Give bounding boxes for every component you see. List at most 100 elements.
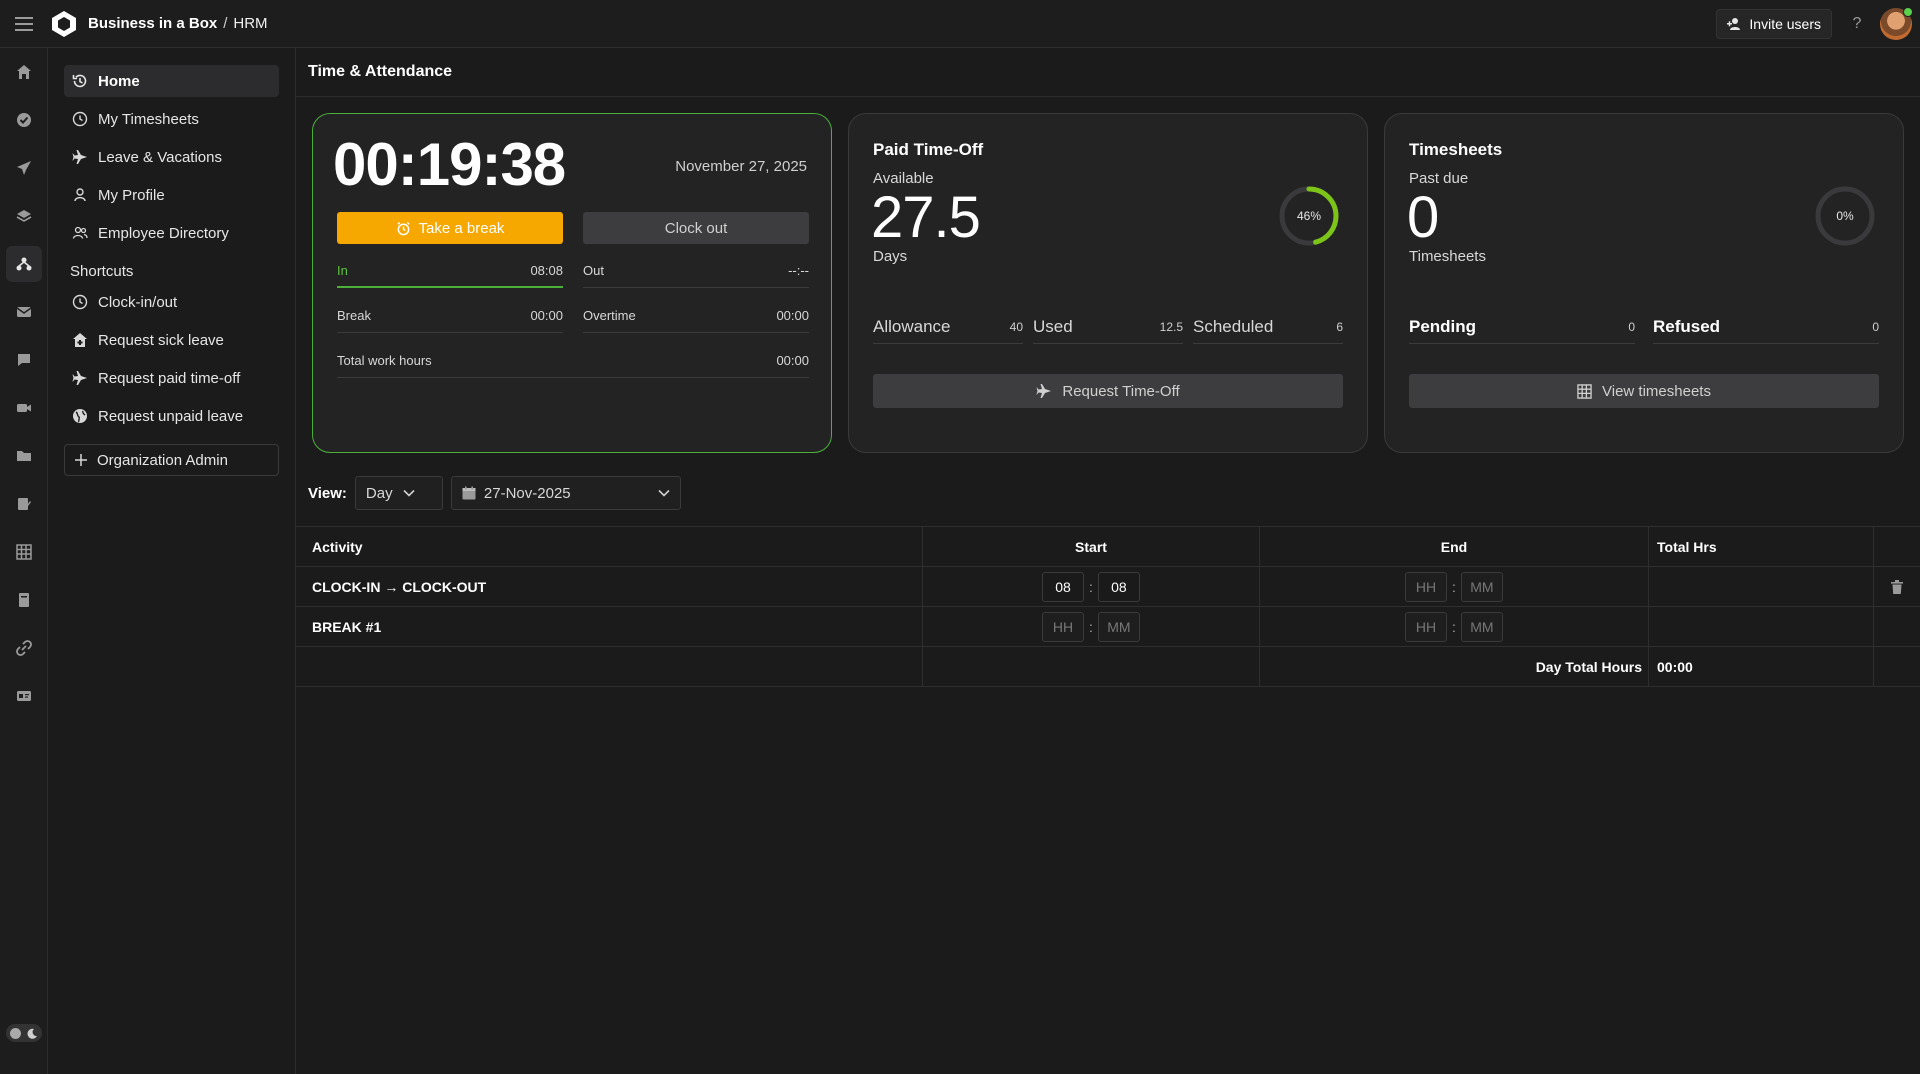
rail-contacts[interactable] — [0, 672, 48, 720]
id-card-icon — [17, 691, 31, 701]
shortcut-label: Request paid time-off — [98, 369, 241, 387]
nav-item-leave-vacations[interactable]: Leave & Vacations — [64, 141, 279, 173]
view-timesheets-button[interactable]: View timesheets — [1409, 374, 1879, 408]
end-hour-input[interactable]: HH — [1405, 611, 1448, 642]
take-a-break-button[interactable]: Take a break — [337, 212, 563, 244]
view-timesheets-label: View timesheets — [1602, 382, 1711, 400]
rail-notes[interactable] — [0, 480, 48, 528]
nav-item-my-timesheets[interactable]: My Timesheets — [64, 103, 279, 135]
alarm-clock-icon — [396, 221, 410, 235]
header-end: End — [1260, 527, 1649, 566]
header-start: Start — [923, 527, 1260, 566]
request-time-off-button[interactable]: Request Time-Off — [873, 374, 1343, 408]
plane-icon — [1036, 384, 1052, 398]
empty-cell — [296, 647, 923, 686]
refused-stat: Refused 0 — [1653, 310, 1879, 344]
pto-used-stat: Used 12.5 — [1033, 310, 1183, 344]
help-button[interactable]: ? — [1848, 15, 1866, 33]
organization-admin-button[interactable]: Organization Admin — [64, 444, 279, 476]
used-value: 12.5 — [1159, 319, 1183, 334]
people-network-icon — [16, 257, 32, 271]
start-minute-input[interactable]: MM — [1097, 611, 1140, 642]
moon-icon — [27, 1028, 37, 1039]
empty-cell — [1874, 647, 1920, 686]
hamburger-icon — [15, 16, 33, 31]
module-name[interactable]: HRM — [233, 15, 267, 32]
app-logo-icon[interactable] — [50, 10, 78, 38]
table-header-row: Activity Start End Total Hrs — [296, 527, 1920, 567]
clock-in-label: In — [337, 262, 348, 278]
break-label: Break — [337, 308, 371, 323]
nav-item-home[interactable]: Home — [64, 65, 279, 97]
nav-item-my-profile[interactable]: My Profile — [64, 179, 279, 211]
home-icon — [17, 65, 31, 79]
end-cell: HH : MM — [1260, 607, 1649, 646]
hamburger-menu-button[interactable] — [0, 0, 48, 48]
current-date: November 27, 2025 — [675, 158, 807, 175]
rail-mail[interactable] — [0, 288, 48, 336]
view-mode-select[interactable]: Day — [354, 476, 443, 510]
scheduled-value: 6 — [1336, 319, 1343, 334]
invite-users-button[interactable]: Invite users — [1716, 9, 1832, 39]
nav-item-label: Leave & Vacations — [98, 148, 222, 166]
day-total-value: 00:00 — [1649, 647, 1874, 686]
clock-in-value: 08:08 — [530, 262, 563, 278]
end-cell: HH : MM — [1260, 567, 1649, 606]
plane-icon — [17, 161, 31, 175]
user-avatar[interactable] — [1880, 7, 1913, 40]
shortcut-request-paid-time-off[interactable]: Request paid time-off — [64, 362, 279, 394]
plane-icon — [72, 371, 87, 385]
add-user-icon — [1727, 18, 1741, 30]
shortcut-clock-in-out[interactable]: Clock-in/out — [64, 286, 279, 318]
trash-icon — [1891, 579, 1903, 594]
rail-links[interactable] — [0, 624, 48, 672]
organization-admin-label: Organization Admin — [97, 451, 228, 469]
end-hour-input[interactable]: HH — [1405, 571, 1448, 602]
rail-chat[interactable] — [0, 336, 48, 384]
clock-out-button[interactable]: Clock out — [583, 212, 809, 244]
rail-grid[interactable] — [0, 528, 48, 576]
grid-icon — [16, 544, 32, 560]
pto-available-value: 27.5 — [871, 185, 981, 250]
rail-layers[interactable] — [0, 192, 48, 240]
break-row: Break 00:00 — [337, 299, 563, 333]
pto-scheduled-stat: Scheduled 6 — [1193, 310, 1343, 344]
breadcrumb-separator: / — [223, 15, 228, 32]
chat-icon — [18, 354, 30, 366]
overtime-row: Overtime 00:00 — [583, 299, 809, 333]
sun-icon — [10, 1027, 21, 1039]
total-work-hours-value: 00:00 — [776, 353, 809, 368]
users-icon — [72, 226, 88, 239]
table-row: BREAK #1 HH : MM HH : MM — [296, 607, 1920, 647]
start-minute-input[interactable]: 08 — [1097, 571, 1140, 602]
clock-icon — [72, 294, 88, 310]
clock-out-label: Out — [583, 263, 604, 278]
clock-card: 00:19:38 November 27, 2025 Take a break … — [312, 113, 832, 453]
nav-item-label: Employee Directory — [98, 224, 229, 242]
start-hour-input[interactable]: 08 — [1042, 571, 1085, 602]
overtime-label: Overtime — [583, 308, 636, 323]
page-header: Time & Attendance — [296, 48, 1920, 97]
end-minute-input[interactable]: MM — [1460, 611, 1503, 642]
shortcut-request-sick-leave[interactable]: Request sick leave — [64, 324, 279, 356]
overtime-value: 00:00 — [776, 308, 809, 323]
rail-hrm[interactable] — [0, 240, 48, 288]
date-picker[interactable]: 27-Nov-2025 — [450, 476, 681, 510]
delete-row-button[interactable] — [1874, 567, 1920, 606]
header-actions — [1874, 527, 1920, 566]
brand-name[interactable]: Business in a Box — [88, 15, 217, 32]
rail-travel[interactable] — [0, 144, 48, 192]
rail-home[interactable] — [0, 48, 48, 96]
theme-toggle[interactable] — [6, 1024, 42, 1042]
rail-video[interactable] — [0, 384, 48, 432]
total-work-hours-label: Total work hours — [337, 353, 432, 368]
allowance-value: 40 — [1009, 319, 1023, 334]
shortcut-label: Request unpaid leave — [98, 407, 244, 425]
nav-item-employee-directory[interactable]: Employee Directory — [64, 217, 279, 249]
rail-book[interactable] — [0, 576, 48, 624]
start-hour-input[interactable]: HH — [1042, 611, 1085, 642]
rail-files[interactable] — [0, 432, 48, 480]
end-minute-input[interactable]: MM — [1460, 571, 1503, 602]
shortcut-request-unpaid-leave[interactable]: Request unpaid leave — [64, 400, 279, 432]
rail-tasks[interactable] — [0, 96, 48, 144]
